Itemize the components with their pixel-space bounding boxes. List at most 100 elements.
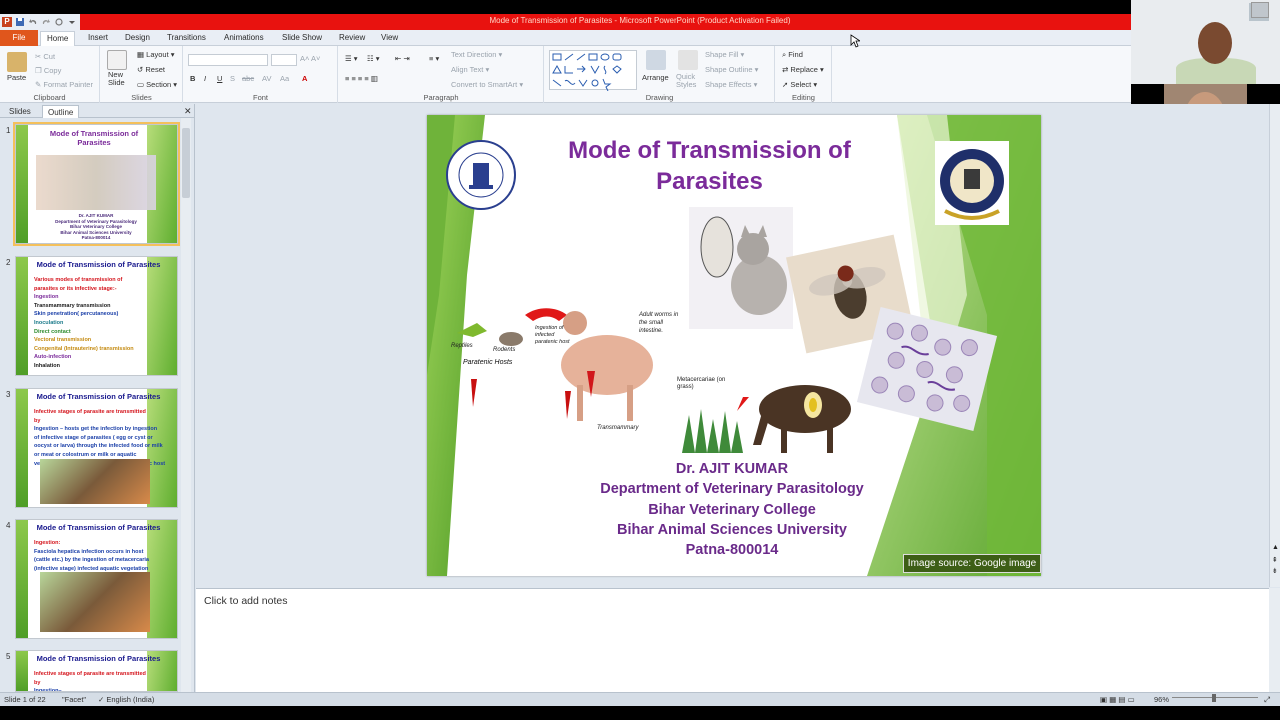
shape-effects-button[interactable]: Shape Effects ▾ <box>705 80 757 89</box>
normal-view-icon[interactable]: ▣ <box>1100 695 1107 704</box>
change-case-button[interactable]: Aa <box>280 74 289 83</box>
reset-button[interactable]: ↺ Reset <box>137 65 165 74</box>
paste-icon[interactable] <box>7 52 27 72</box>
replace-button[interactable]: ⇄ Replace ▾ <box>782 65 824 74</box>
address: Patna-800014 <box>685 542 779 558</box>
zoom-level[interactable]: 96% <box>1154 695 1169 704</box>
text-direction-button[interactable]: Text Direction ▾ <box>451 50 502 59</box>
indent-buttons[interactable]: ⇤ ⇥ <box>395 54 410 63</box>
notes-pane[interactable]: Click to add notes <box>196 588 1269 692</box>
theme-name[interactable]: "Facet" <box>62 695 86 704</box>
cut-label: Cut <box>43 52 56 61</box>
zoom-slider-thumb[interactable] <box>1212 694 1216 702</box>
tab-animations[interactable]: Animations <box>218 31 270 46</box>
tab-review[interactable]: Review <box>333 31 371 46</box>
find-button[interactable]: ⌕ Find <box>782 50 803 60</box>
tab-outline[interactable]: Outline <box>42 105 80 118</box>
slides-group: New Slide ▦ Layout ▾ ↺ Reset ▭ Section ▾… <box>101 46 183 103</box>
font-size-select[interactable] <box>271 54 297 66</box>
thumbnail-line: by <box>34 679 41 686</box>
cut-button[interactable]: ✂ Cut <box>35 52 55 61</box>
thumbnail-line: Various modes of transmission of <box>34 277 123 283</box>
slide-scrollbar[interactable]: ▲ ⇞ ⇟ <box>1269 104 1280 587</box>
fit-to-window-icon[interactable]: ⤢ <box>1264 695 1270 705</box>
redo-icon[interactable] <box>41 17 51 27</box>
tab-design[interactable]: Design <box>119 31 156 46</box>
shape-outline-label: Shape Outline <box>705 65 753 74</box>
shadow-button[interactable]: S <box>230 74 235 83</box>
tab-view[interactable]: View <box>375 31 404 46</box>
thumbnail-line: Transmammary transmission <box>34 302 111 309</box>
screen-top-border <box>0 0 1280 14</box>
reading-view-icon[interactable]: ▤ <box>1118 695 1125 704</box>
quick-styles-icon[interactable] <box>678 50 698 70</box>
close-icon[interactable]: ✕ <box>184 106 192 117</box>
view-buttons[interactable]: ▣ ▦ ▤ ▭ <box>1100 695 1135 704</box>
align-text-button[interactable]: Align Text ▾ <box>451 65 489 74</box>
tab-slide-show[interactable]: Slide Show <box>276 31 328 46</box>
tab-transitions[interactable]: Transitions <box>161 31 212 46</box>
slide-thumbnail-1[interactable]: Mode of Transmission of Parasites Dr. AJI… <box>13 122 180 246</box>
strikethrough-button[interactable]: abc <box>242 74 254 83</box>
tab-home[interactable]: Home <box>40 31 76 46</box>
new-slide-icon[interactable] <box>107 50 127 70</box>
video-panel-button[interactable] <box>1251 2 1269 18</box>
line-spacing-button[interactable]: ≡ ▾ <box>429 54 439 63</box>
numbering-button[interactable]: ☷ ▾ <box>367 54 380 63</box>
slide-thumbnail-5[interactable]: Mode of Transmission of Parasites Infecti… <box>15 650 178 692</box>
align-buttons[interactable]: ≡ ≡ ≡ ≡ ▥ <box>345 74 378 83</box>
thumbnail-title: Mode of Transmission of Parasites <box>49 129 139 147</box>
section-button[interactable]: ▭ Section ▾ <box>137 80 177 89</box>
font-grow-shrink[interactable]: A˄ A˅ <box>300 54 320 63</box>
tab-slides[interactable]: Slides <box>4 105 36 118</box>
thumbnail-credits: Dr. AJIT KUMAR Department of Veterinary P… <box>46 213 146 241</box>
tab-file[interactable]: File <box>0 30 38 46</box>
layout-icon: ▦ <box>137 50 147 59</box>
department-name: Department of Veterinary Parasitology <box>600 481 864 497</box>
notes-scrollbar[interactable] <box>1269 588 1280 692</box>
font-name-select[interactable] <box>188 54 268 66</box>
shape-fill-button[interactable]: Shape Fill ▾ <box>705 50 744 59</box>
thumbnail-line: parasites or its infective stage:- <box>34 285 117 292</box>
notes-placeholder[interactable]: Click to add notes <box>204 595 287 607</box>
paste-button[interactable]: Paste <box>7 73 26 82</box>
format-painter-button[interactable]: ✎ Format Painter <box>35 80 93 89</box>
font-color-button[interactable]: A <box>302 74 307 83</box>
layout-button[interactable]: ▦ Layout ▾ <box>137 50 175 59</box>
powerpoint-app-icon[interactable]: P <box>2 17 12 27</box>
bullets-button[interactable]: ☰ ▾ <box>345 54 358 63</box>
current-slide[interactable]: Mode of Transmission of Parasites Reptil… <box>427 115 1041 576</box>
prev-slide-icon[interactable]: ⇞ <box>1272 556 1278 564</box>
language-indicator[interactable]: ✓ English (India) <box>98 695 154 704</box>
bold-button[interactable]: B <box>190 74 195 83</box>
slide-thumbnail-4[interactable]: Mode of Transmission of Parasites Ingesti… <box>15 519 178 639</box>
scrollbar-thumb[interactable] <box>182 128 190 198</box>
repeat-icon[interactable] <box>54 17 64 27</box>
undo-icon[interactable] <box>28 17 38 27</box>
tab-insert[interactable]: Insert <box>82 31 114 46</box>
select-button[interactable]: ➚ Select ▾ <box>782 80 817 89</box>
thumbnails-scrollbar[interactable] <box>181 118 191 692</box>
shape-outline-button[interactable]: Shape Outline ▾ <box>705 65 758 74</box>
convert-smartart-button[interactable]: Convert to SmartArt ▾ <box>451 80 523 89</box>
arrange-button[interactable]: Arrange <box>642 73 669 82</box>
slide-sorter-icon[interactable]: ▦ <box>1109 695 1116 704</box>
arrange-icon[interactable] <box>646 50 666 70</box>
slide-title-line-2[interactable]: Parasites <box>527 166 892 198</box>
copy-button[interactable]: ❐ Copy <box>35 66 61 75</box>
next-slide-icon[interactable]: ⇟ <box>1272 567 1278 575</box>
scroll-up-icon[interactable]: ▲ <box>1272 544 1279 551</box>
slideshow-view-icon[interactable]: ▭ <box>1128 695 1135 704</box>
customize-qat-icon[interactable] <box>67 17 77 27</box>
char-spacing-button[interactable]: AV <box>262 74 271 83</box>
quick-styles-button[interactable]: Quick Styles <box>676 73 700 89</box>
slide-title-line-1[interactable]: Mode of Transmission of <box>527 135 892 167</box>
shapes-gallery[interactable] <box>549 50 637 92</box>
new-slide-button[interactable]: New Slide <box>108 71 132 87</box>
italic-button[interactable]: I <box>204 74 206 83</box>
image-source-caption[interactable]: Image source: Google image <box>903 554 1041 573</box>
slide-thumbnail-2[interactable]: Mode of Transmission of Parasites Various… <box>15 256 178 376</box>
underline-button[interactable]: U <box>217 74 222 83</box>
slide-thumbnail-3[interactable]: Mode of Transmission of Parasites Infecti… <box>15 388 178 508</box>
save-icon[interactable] <box>15 17 25 27</box>
